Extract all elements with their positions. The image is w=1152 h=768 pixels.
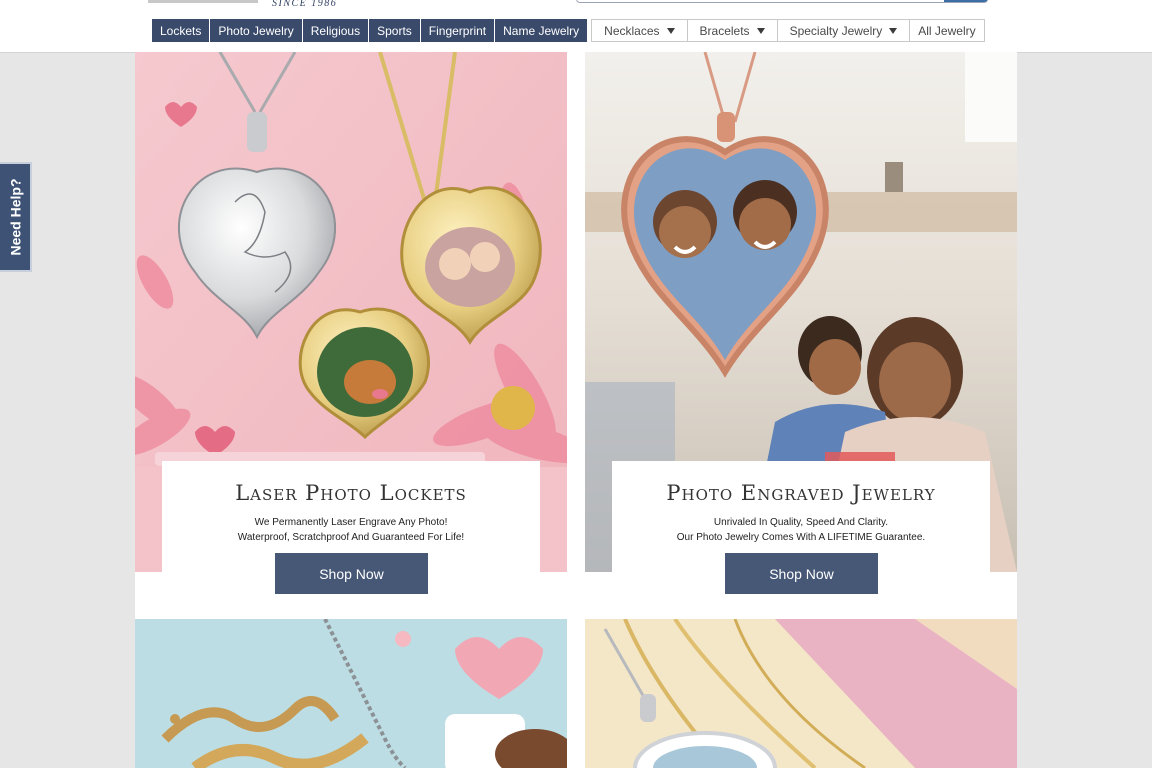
promo-tile-photo-engraved[interactable]: Photo Engraved Jewelry Unrivaled In Qual… (585, 52, 1017, 572)
promo-tile-name-jewelry[interactable] (135, 619, 567, 768)
nav-item-label: All Jewelry (918, 23, 976, 38)
name-jewelry-image (135, 619, 567, 768)
nav-item-religious[interactable]: Religious (302, 19, 369, 42)
need-help-label: Need Help? (7, 178, 24, 256)
nav-item-sports[interactable]: Sports (369, 19, 420, 42)
tile-title: Photo Engraved Jewelry (666, 481, 936, 505)
tile-line-2: Our Photo Jewelry Comes With A LIFETIME … (676, 532, 926, 543)
nav-item-label: Necklaces (604, 23, 660, 38)
tile-title: Laser Photo Lockets (235, 481, 467, 505)
nav-item-label: Fingerprint (428, 23, 487, 38)
tile-line-1: We Permanently Laser Engrave Any Photo! (254, 517, 448, 528)
chevron-down-icon (756, 27, 765, 34)
tile-line-1: Unrivaled In Quality, Speed And Clarity. (713, 517, 889, 528)
nav-item-necklaces[interactable]: Necklaces (591, 19, 688, 42)
logo[interactable] (148, 0, 258, 3)
chevron-down-icon (666, 27, 675, 34)
nav-item-all-jewelry[interactable]: All Jewelry (909, 19, 985, 42)
shop-now-button-lockets[interactable]: Shop Now (275, 553, 428, 594)
shop-now-button-photo-engraved[interactable]: Shop Now (725, 553, 878, 594)
main-nav: Lockets Photo Jewelry Religious Sports F… (152, 19, 985, 42)
promo-tile-chains[interactable] (585, 619, 1017, 768)
nav-item-name-jewelry[interactable]: Name Jewelry (495, 19, 588, 42)
search-button[interactable] (944, 0, 988, 2)
promo-tile-lockets[interactable]: Laser Photo Lockets We Permanently Laser… (135, 52, 567, 572)
nav-item-label: Specialty Jewelry (789, 23, 883, 38)
nav-item-photo-jewelry[interactable]: Photo Jewelry (210, 19, 302, 42)
nav-item-label: Sports (377, 23, 412, 38)
logo-tagline: SINCE 1986 (272, 0, 338, 9)
nav-item-specialty-jewelry[interactable]: Specialty Jewelry (776, 19, 911, 42)
nav-item-label: Religious (310, 23, 361, 38)
main-content: Laser Photo Lockets We Permanently Laser… (135, 52, 1017, 768)
nav-item-bracelets[interactable]: Bracelets (686, 19, 778, 42)
search-input[interactable] (576, 0, 988, 3)
chains-image (585, 619, 1017, 768)
nav-item-label: Name Jewelry (503, 23, 580, 38)
nav-item-fingerprint[interactable]: Fingerprint (420, 19, 495, 42)
nav-item-label: Photo Jewelry (218, 23, 294, 38)
need-help-tab[interactable]: Need Help? (0, 162, 32, 272)
nav-item-lockets[interactable]: Lockets (152, 19, 210, 42)
chevron-down-icon (889, 27, 898, 34)
nav-item-label: Lockets (160, 23, 202, 38)
site-header: SINCE 1986 Lockets Photo Jewelry Religio… (0, 0, 1152, 53)
nav-item-label: Bracelets (699, 23, 750, 38)
tile-line-2: Waterproof, Scratchproof And Guaranteed … (237, 532, 465, 543)
